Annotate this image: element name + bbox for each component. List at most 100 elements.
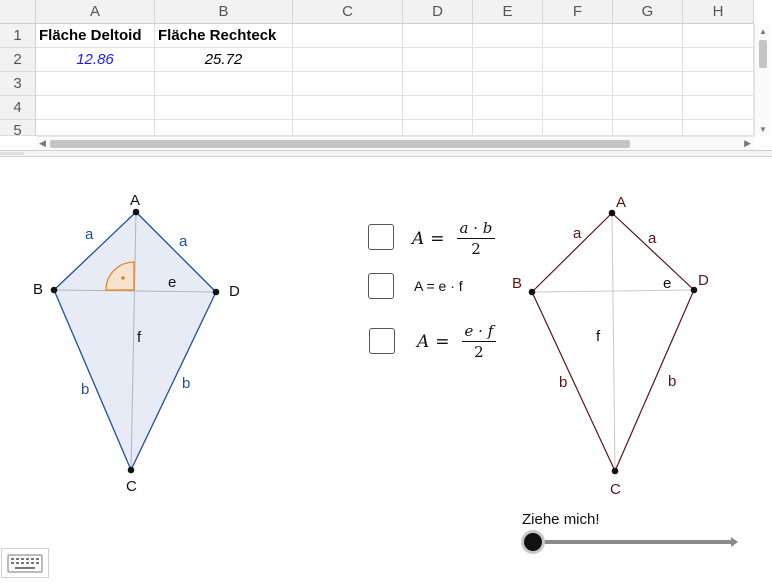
grid-cell[interactable] (403, 96, 473, 120)
grid-cell[interactable] (293, 72, 403, 96)
grid-cell[interactable] (613, 120, 683, 136)
grid-cell[interactable] (683, 96, 754, 120)
scroll-right-icon[interactable]: ▶ (744, 138, 751, 149)
grid-cell[interactable] (473, 72, 543, 96)
row-header-1[interactable]: 1 (0, 24, 36, 48)
grid-cell[interactable] (293, 120, 403, 136)
slider-track[interactable] (530, 540, 734, 544)
grid-cell[interactable] (403, 120, 473, 136)
left-side-label-ad: a (179, 233, 188, 250)
right-diagonal-f (611, 212, 616, 472)
grid-cell[interactable] (683, 24, 754, 48)
left-point-d[interactable] (212, 288, 220, 296)
slider-end-arrow (731, 537, 738, 547)
formula-1-equals: = (430, 228, 445, 249)
keyboard-toggle-button[interactable] (1, 548, 49, 578)
cell-b2[interactable]: 25.72 (155, 48, 293, 72)
row-header-2[interactable]: 2 (0, 48, 36, 72)
left-label-c: C (126, 478, 137, 495)
left-point-b[interactable] (50, 286, 58, 294)
grid-cell[interactable] (543, 96, 613, 120)
right-point-d[interactable] (690, 286, 698, 294)
row-header-5[interactable]: 5 (0, 120, 36, 136)
grid-cell[interactable] (36, 120, 155, 136)
cell-a1[interactable]: Fläche Deltoid (36, 24, 155, 48)
right-point-b[interactable] (528, 288, 536, 296)
right-side-dc[interactable] (614, 289, 695, 472)
left-label-d: D (229, 283, 240, 300)
grid-cell[interactable] (473, 120, 543, 136)
column-header-d[interactable]: D (403, 0, 473, 24)
grid-cell[interactable] (683, 72, 754, 96)
row-header-4[interactable]: 4 (0, 96, 36, 120)
left-side-label-dc: b (182, 375, 190, 392)
cell-a2[interactable]: 12.86 (36, 48, 155, 72)
grid-cell[interactable] (403, 48, 473, 72)
grid-cell[interactable] (293, 48, 403, 72)
grid-cell[interactable] (293, 96, 403, 120)
column-header-g[interactable]: G (613, 0, 683, 24)
grid-cell[interactable] (543, 72, 613, 96)
column-header-f[interactable]: F (543, 0, 613, 24)
right-side-ad[interactable] (611, 212, 695, 291)
grid-cell[interactable] (473, 24, 543, 48)
grid-cell[interactable] (36, 96, 155, 120)
cell-b1[interactable]: Fläche Rechteck (155, 24, 293, 48)
scroll-down-icon[interactable]: ▼ (759, 125, 767, 134)
graphics-canvas[interactable]: A B C D a a b b e f A B C D a a b b e f (0, 157, 772, 583)
graphics-view[interactable]: A B C D a a b b e f A B C D a a b b e f … (0, 157, 772, 583)
grid-cell[interactable] (683, 48, 754, 72)
vertical-scrollbar[interactable]: ▲ ▼ (754, 24, 770, 136)
grid-cell[interactable] (613, 48, 683, 72)
right-point-c[interactable] (611, 467, 619, 475)
grid-cell[interactable] (155, 96, 293, 120)
column-header-b[interactable]: B (155, 0, 293, 24)
view-divider[interactable] (0, 150, 772, 157)
grid-cell[interactable] (403, 72, 473, 96)
grid-cell[interactable] (543, 48, 613, 72)
scroll-up-icon[interactable]: ▲ (759, 27, 767, 36)
grid-cell[interactable] (473, 48, 543, 72)
grid-cell[interactable] (403, 24, 473, 48)
grid-cell[interactable] (613, 72, 683, 96)
horizontal-scroll-thumb[interactable] (50, 140, 630, 148)
formula-3-fraction: e · f 2 (461, 322, 497, 361)
left-point-c[interactable] (127, 466, 135, 474)
grid-cell[interactable] (683, 120, 754, 136)
left-point-a[interactable] (132, 208, 140, 216)
right-side-bc[interactable] (531, 291, 616, 472)
grid-cell[interactable] (613, 24, 683, 48)
left-kite[interactable]: A B C D a a b b e f (33, 192, 240, 495)
row-header-3[interactable]: 3 (0, 72, 36, 96)
right-label-d: D (698, 272, 709, 289)
column-header-c[interactable]: C (293, 0, 403, 24)
grid-cell[interactable] (155, 72, 293, 96)
right-point-a[interactable] (608, 209, 616, 217)
checkbox-formula-1[interactable] (368, 224, 394, 250)
grid-cell[interactable] (543, 24, 613, 48)
grid-cell[interactable] (473, 96, 543, 120)
column-header-e[interactable]: E (473, 0, 543, 24)
sheet-corner[interactable] (0, 0, 36, 24)
column-header-h[interactable]: H (683, 0, 754, 24)
formula-2: A = e · f (414, 278, 463, 294)
right-kite[interactable]: A B C D a a b b e f (512, 194, 709, 498)
grid-cell[interactable] (36, 72, 155, 96)
divider-grip[interactable] (0, 152, 24, 155)
grid-cell[interactable] (613, 96, 683, 120)
spreadsheet-view: A B C D E F G H 1 2 3 4 5 Fläche Deltoid… (0, 0, 772, 150)
vertical-scroll-thumb[interactable] (759, 40, 767, 68)
right-side-label-ad: a (648, 230, 657, 247)
right-side-label-bc: b (559, 374, 567, 391)
formula-1: A = a · b 2 (412, 219, 496, 258)
checkbox-formula-2[interactable] (368, 273, 394, 299)
slider-handle[interactable] (524, 533, 542, 551)
grid-cell[interactable] (155, 120, 293, 136)
grid-cell[interactable] (293, 24, 403, 48)
scroll-left-icon[interactable]: ◀ (39, 138, 46, 149)
column-header-a[interactable]: A (36, 0, 155, 24)
right-side-ab[interactable] (531, 212, 613, 293)
grid-cell[interactable] (543, 120, 613, 136)
horizontal-scrollbar[interactable]: ◀ ▶ (36, 136, 754, 150)
checkbox-formula-3[interactable] (369, 328, 395, 354)
